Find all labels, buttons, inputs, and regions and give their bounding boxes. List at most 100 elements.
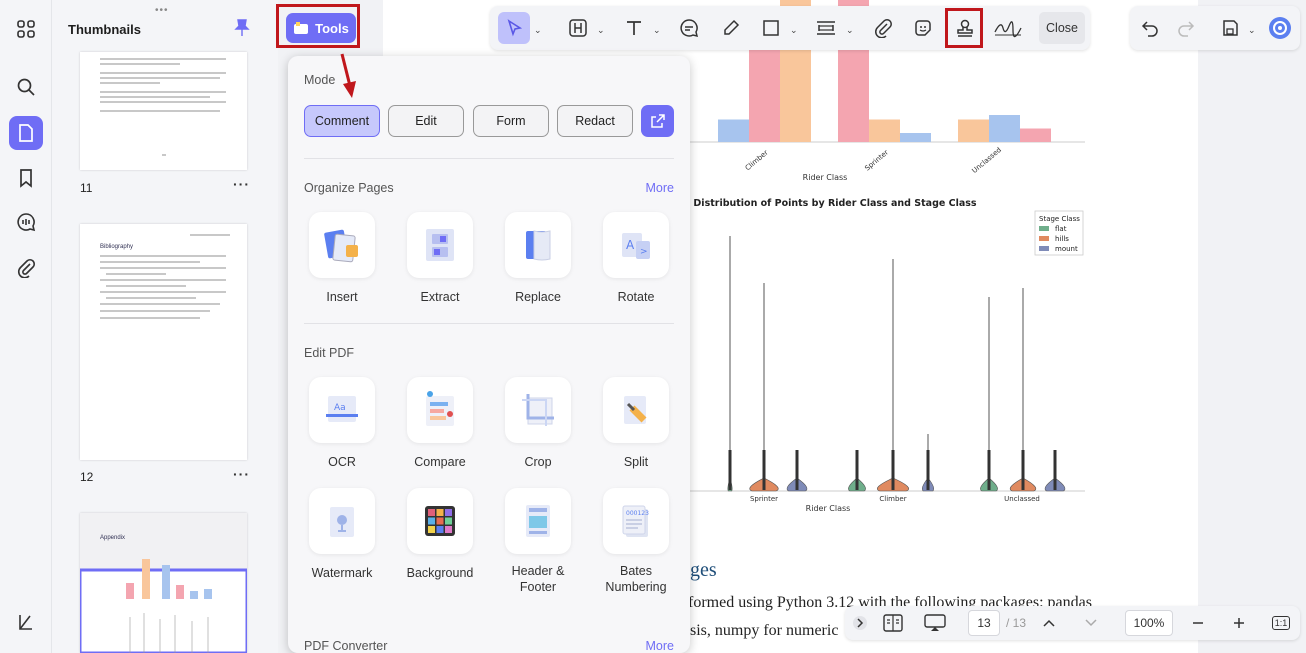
organize-more-link[interactable]: More [646, 181, 674, 195]
zoom-level[interactable]: 100% [1125, 610, 1173, 636]
bates-numbering-tool[interactable]: 000123 Bates Numbering [591, 488, 681, 595]
violin-box [926, 450, 930, 490]
mode-comment-button[interactable]: Comment [304, 105, 380, 137]
chevron-down-icon[interactable]: ⌄ [1248, 25, 1256, 36]
chevron-down-icon[interactable]: ⌄ [534, 25, 542, 36]
thumbnails-panel: ••• Thumbnails 11 ··· Bibliography 12 ··… [52, 0, 278, 653]
right-gap [1198, 0, 1306, 653]
sidebar-toggle-icon[interactable] [9, 605, 43, 639]
ai-assistant-icon[interactable] [1264, 12, 1296, 44]
rotate-tool[interactable]: A > Rotate [591, 212, 681, 305]
annotation-toolbar: ⌄ ⌄ ⌄ ⌄ ⌄ Close [490, 6, 1090, 50]
tool-label: Rotate [617, 290, 655, 304]
undo-icon[interactable] [1134, 12, 1166, 44]
chart-xlabel: Rider Class [806, 504, 851, 513]
violin-box [891, 450, 895, 490]
collapse-arrow-icon[interactable] [850, 606, 870, 640]
select-tool-icon[interactable] [498, 12, 530, 44]
attachment-tool-icon[interactable] [867, 12, 899, 44]
page-total: / 13 [1005, 616, 1026, 630]
page-number-input[interactable]: 13 [968, 610, 1000, 636]
text-tool-icon[interactable] [618, 12, 650, 44]
actual-size-button[interactable]: 1:1 [1269, 606, 1293, 640]
tools-panel: Mode Comment Edit Form Redact Organize P… [288, 56, 690, 653]
mode-edit-button[interactable]: Edit [388, 105, 464, 137]
close-button[interactable]: Close [1039, 12, 1085, 44]
prev-page-icon[interactable] [1037, 606, 1061, 640]
apps-grid-icon[interactable] [9, 12, 43, 46]
page-number: 11 [80, 181, 93, 195]
chevron-down-icon[interactable]: ⌄ [790, 25, 798, 36]
pin-icon[interactable] [234, 19, 250, 42]
chart-tick-label: Climber [744, 149, 770, 173]
split-icon [624, 396, 647, 424]
thumbnails-page-icon[interactable] [9, 116, 43, 150]
comments-icon[interactable] [9, 205, 43, 239]
chart-bar [869, 119, 900, 142]
ocr-tool[interactable]: Aa OCR [297, 377, 387, 470]
signature-tool-icon[interactable] [990, 12, 1026, 44]
save-icon[interactable] [1214, 12, 1246, 44]
zoom-out-icon[interactable] [1186, 606, 1210, 640]
edit-section-title: Edit PDF [304, 346, 355, 360]
chevron-down-icon[interactable]: ⌄ [653, 25, 661, 36]
page-layout-icon[interactable] [879, 606, 907, 640]
legend-label: hills [1055, 235, 1069, 243]
chart-bar [718, 119, 749, 142]
shape-tool-icon[interactable] [755, 12, 787, 44]
mode-form-button[interactable]: Form [473, 105, 549, 137]
left-rail [0, 0, 52, 653]
tool-label: Replace [515, 290, 561, 304]
section-heading: ges [690, 559, 717, 581]
page-thumbnail[interactable]: Bibliography [80, 224, 247, 460]
redo-icon[interactable] [1170, 12, 1202, 44]
background-tool[interactable]: Background [395, 488, 485, 581]
svg-text:>: > [640, 247, 648, 257]
crop-tool[interactable]: Crop [493, 377, 583, 470]
open-external-button[interactable] [641, 105, 674, 137]
measure-tool-icon[interactable] [810, 12, 842, 44]
violin-box [987, 450, 991, 490]
chart-bar [900, 133, 931, 142]
replace-tool[interactable]: Replace [493, 212, 583, 305]
page-options-button[interactable]: ··· [233, 176, 250, 192]
extract-pages-icon [426, 229, 454, 261]
zoom-in-icon[interactable] [1227, 606, 1251, 640]
crop-icon [522, 394, 554, 426]
insert-tool[interactable]: Insert [297, 212, 387, 305]
tool-label: Compare [414, 455, 466, 469]
tool-label: Background [406, 566, 474, 580]
mode-redact-button[interactable]: Redact [557, 105, 633, 137]
extract-tool[interactable]: Extract [395, 212, 485, 305]
violin-box [1053, 450, 1057, 490]
arrow-annotation [340, 53, 356, 98]
chart-tick-label: Climber [879, 495, 906, 503]
converter-more-link[interactable]: More [646, 639, 674, 653]
drag-handle[interactable]: ••• [155, 5, 169, 16]
body-text-line: sis, numpy for numeric [690, 622, 839, 639]
next-page-icon[interactable] [1079, 606, 1103, 640]
header-footer-tool[interactable]: Header & Footer [493, 488, 583, 595]
comment-tool-icon[interactable] [673, 12, 705, 44]
highlight-box [276, 4, 360, 48]
tool-label: Crop [524, 455, 552, 469]
highlight-tool-icon[interactable] [562, 12, 594, 44]
compare-tool[interactable]: Compare [395, 377, 485, 470]
page-options-button[interactable]: ··· [233, 466, 250, 482]
attachment-icon[interactable] [9, 251, 43, 285]
sticker-tool-icon[interactable] [907, 12, 939, 44]
watermark-tool[interactable]: Watermark [297, 488, 387, 581]
divider [304, 323, 674, 324]
page-thumbnail[interactable] [80, 52, 247, 170]
chevron-down-icon[interactable]: ⌄ [846, 25, 854, 36]
search-icon[interactable] [9, 70, 43, 104]
pen-tool-icon[interactable] [715, 12, 747, 44]
legend-swatch [1039, 236, 1049, 241]
mode-section-title: Mode [304, 73, 336, 87]
split-tool[interactable]: Split [591, 377, 681, 470]
legend-label: mount [1055, 245, 1078, 253]
chevron-down-icon[interactable]: ⌄ [597, 25, 605, 36]
bookmark-icon[interactable] [9, 161, 43, 195]
presentation-icon[interactable] [921, 606, 949, 640]
page-thumbnail-current[interactable]: Appendix [78, 513, 249, 653]
